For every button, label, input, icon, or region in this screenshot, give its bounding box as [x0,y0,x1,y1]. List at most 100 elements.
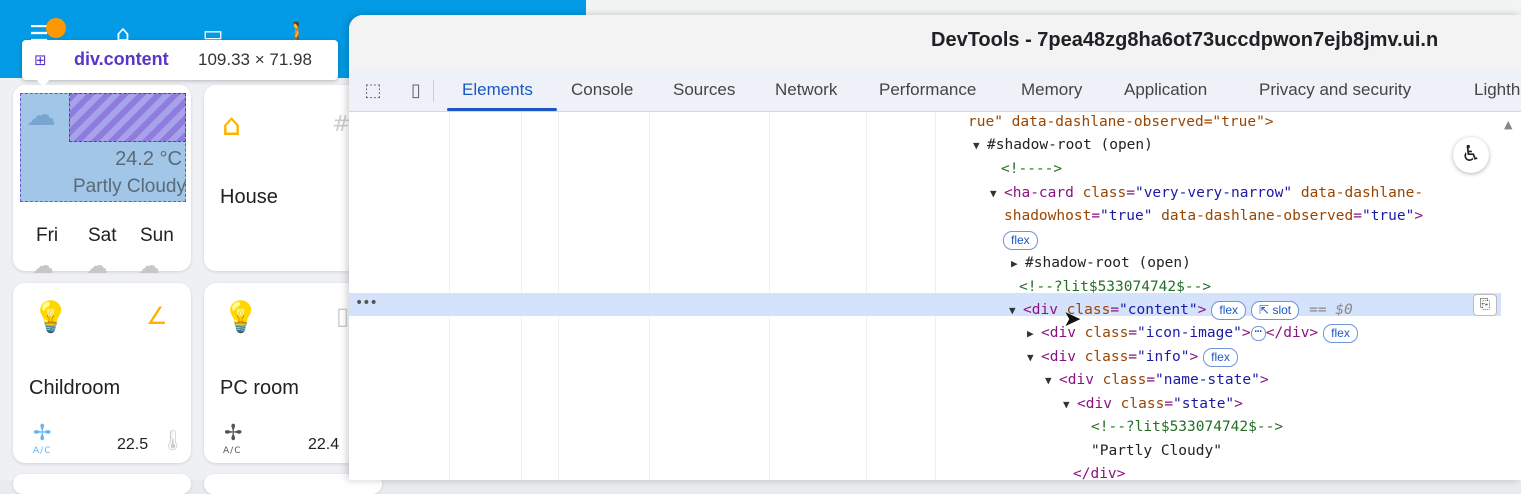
tree-node[interactable]: <!--?lit$533074742$--> [1019,276,1211,299]
attr-value: "very-very-narrow" [1134,185,1293,201]
expand-arrow-icon[interactable]: ▼ [1027,346,1041,369]
fan-icon[interactable]: ✢ [224,421,242,446]
tree-node[interactable]: </div> [1073,463,1125,480]
temperature-value: 22.4 [308,436,340,453]
tag-name: <div [1077,396,1112,412]
tab-privacy-security[interactable]: Privacy and security [1259,80,1411,100]
attr-value: "true" [1361,208,1415,224]
attr-value: "info" [1137,349,1190,365]
attr-name: class [1084,325,1129,341]
tab-elements[interactable]: Elements [462,80,533,100]
shadow-root-label: #shadow-root (open) [1025,255,1191,271]
tooltip-dimensions: 109.33 × 71.98 [198,50,312,69]
tree-node[interactable]: rue" data-dashlane-observed="true"> [968,111,1274,134]
attr-name: class [1084,349,1129,365]
tab-network[interactable]: Network [775,80,837,100]
inspect-element-icon[interactable]: ⬚ [361,80,385,102]
cloud-forecast-icon: ☁ [86,254,108,279]
attr-value: "icon-image" [1137,325,1242,341]
attr-value: "true" [1100,208,1153,224]
tab-application[interactable]: Application [1124,80,1207,100]
forecast-day: Fri [36,225,59,246]
tag-name: <div [1023,302,1058,318]
devtools-window: DevTools - 7pea48zg8ha6ot73uccdpwon7ejb8… [349,15,1521,480]
ac-mode-label: A/C [223,446,242,456]
tree-node[interactable]: ▼ <div class="name-state"> [1045,369,1269,392]
fan-icon[interactable]: ✢ [33,421,51,446]
flex-badge[interactable]: flex [1211,300,1247,320]
tag-name: <div [1059,372,1094,388]
tag-close: > [1259,372,1269,388]
tree-node[interactable]: ▼ <div class="info"> flex [1027,346,1238,369]
attr-name: class [1120,396,1165,412]
expand-arrow-icon[interactable]: ▼ [973,134,987,157]
tag-name: <div [1041,349,1076,365]
comment-node: <!----> [1001,161,1063,177]
mouse-cursor-icon: ➤ [1063,307,1082,332]
tag-close: > [1197,302,1207,318]
bulb-icon: 💡 [222,300,260,335]
flex-badge[interactable]: flex [1323,323,1358,343]
tree-node[interactable]: flex [1003,229,1038,252]
devtools-titlebar[interactable]: DevTools - 7pea48zg8ha6ot73uccdpwon7ejb8… [349,15,1521,70]
text-node: "Partly Cloudy" [1091,443,1222,459]
computed-styles-toggle-icon[interactable]: ⎘ [1473,294,1497,316]
devtools-tabbar: ⬚ ▯ Elements Console Sources Network Per… [349,70,1521,112]
tab-sources[interactable]: Sources [673,80,735,100]
slot-badge[interactable]: ⇱ slot [1251,300,1300,320]
equals-sign: = [1126,185,1135,201]
weather-temperature: 24.2 °C [115,148,182,170]
accessibility-icon[interactable]: ♿ [1453,137,1489,173]
tree-node[interactable]: <!--?lit$533074742$--> [1091,416,1283,439]
tree-node[interactable]: <!----> [1001,158,1062,181]
tree-node[interactable]: shadowhost="true" data-dashlane-observed… [1004,205,1423,228]
thermometer-icon: 🌡 [160,428,186,452]
selected-node-marker: == $0 [1309,302,1353,318]
bulb-icon: 💡 [32,300,70,335]
slot-badge-label: slot [1272,302,1292,317]
tree-node[interactable]: ▶ #shadow-root (open) [1011,252,1191,275]
tab-memory[interactable]: Memory [1021,80,1082,100]
tree-node[interactable]: ▼ <ha-card class="very-very-narrow" data-… [990,182,1423,205]
expand-arrow-icon[interactable]: ▼ [1045,369,1059,392]
equals-sign: = [1146,372,1156,388]
flex-layout-icon: ⊞ [34,51,47,69]
expand-children-button[interactable]: ⋯ [1250,325,1266,341]
weather-condition: Partly Cloudy [73,176,186,197]
equals-sign: = [1091,208,1101,224]
collapse-arrow-icon[interactable]: ▶ [1011,252,1025,275]
attr-value: "state" [1173,396,1235,412]
card-partial [13,474,191,494]
inspector-tooltip: ⊞ div.content 109.33 × 71.98 [22,40,338,80]
flex-badge[interactable]: flex [1003,230,1038,250]
tag-close: > [1189,349,1199,365]
inspector-highlight-icon-image [69,93,186,142]
expand-arrow-icon[interactable]: ▼ [1009,299,1023,322]
tree-node[interactable]: ▼ #shadow-root (open) [973,134,1153,157]
flex-badge[interactable]: flex [1203,347,1238,367]
expand-arrow-icon[interactable]: ▼ [1063,393,1077,416]
equals-sign: = [1353,208,1362,224]
tag-close: > [1234,396,1243,412]
tab-console[interactable]: Console [571,80,633,100]
tree-node-selected[interactable]: ▼ <div class="content"> flex ⇱ slot == $0 [1009,299,1353,322]
device-icon: ▯ [336,302,350,330]
card-title: PC room [220,377,299,399]
tab-performance[interactable]: Performance [879,80,976,100]
ac-mode-label: A/C [33,446,52,456]
tree-node[interactable]: "Partly Cloudy" [1091,440,1222,463]
tab-lighthouse[interactable]: Lighth [1474,80,1520,100]
tree-node[interactable]: ▼ <div class="state"> [1063,393,1243,416]
browser-strip [586,0,1521,15]
cloud-forecast-icon: ☁ [32,254,54,279]
scroll-up-arrow-icon[interactable]: ▲ [1504,118,1512,131]
attr-name: data-dashlane- [1300,185,1424,201]
attr-name: data-dashlane-observed [1161,208,1354,224]
collapse-arrow-icon[interactable]: ▶ [1027,322,1041,345]
toolbar-divider [433,80,434,102]
devtools-title: DevTools - 7pea48zg8ha6ot73uccdpwon7ejb8… [931,29,1439,51]
slot-icon: ⇱ [1259,302,1273,317]
device-toolbar-icon[interactable]: ▯ [404,80,428,102]
expand-arrow-icon[interactable]: ▼ [990,182,1004,205]
tooltip-selector: div.content [74,49,169,69]
